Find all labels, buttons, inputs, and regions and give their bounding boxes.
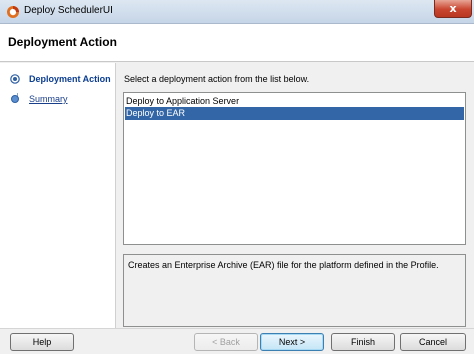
app-icon xyxy=(7,6,19,18)
nav-item-label: Summary xyxy=(29,94,68,104)
next-button[interactable]: Next > xyxy=(260,333,324,351)
close-button[interactable]: x xyxy=(434,0,472,18)
page-header: Deployment Action xyxy=(0,24,474,62)
list-item-selected[interactable]: Deploy to EAR xyxy=(125,107,464,120)
page-title: Deployment Action xyxy=(8,35,117,49)
finish-button[interactable]: Finish xyxy=(331,333,395,351)
back-button[interactable]: < Back xyxy=(194,333,258,351)
step-current-icon xyxy=(10,74,20,84)
close-icon: x xyxy=(449,2,457,15)
window-title: Deploy SchedulerUI xyxy=(24,5,113,16)
description-text: Creates an Enterprise Archive (EAR) file… xyxy=(128,260,439,270)
instruction-text: Select a deployment action from the list… xyxy=(124,74,310,84)
deployment-action-list[interactable]: Deploy to Application Server Deploy to E… xyxy=(123,92,466,245)
help-button[interactable]: Help xyxy=(10,333,74,351)
title-bar: Deploy SchedulerUI x xyxy=(0,0,474,24)
step-navigation: Deployment Action Summary xyxy=(0,63,116,328)
nav-item-deployment-action[interactable]: Deployment Action xyxy=(2,71,114,101)
footer-divider xyxy=(0,328,474,329)
cancel-button[interactable]: Cancel xyxy=(400,333,466,351)
nav-item-label: Deployment Action xyxy=(29,74,111,84)
nav-item-summary[interactable]: Summary xyxy=(2,91,114,107)
description-panel: Creates an Enterprise Archive (EAR) file… xyxy=(123,254,466,327)
step-link-icon xyxy=(11,95,19,103)
